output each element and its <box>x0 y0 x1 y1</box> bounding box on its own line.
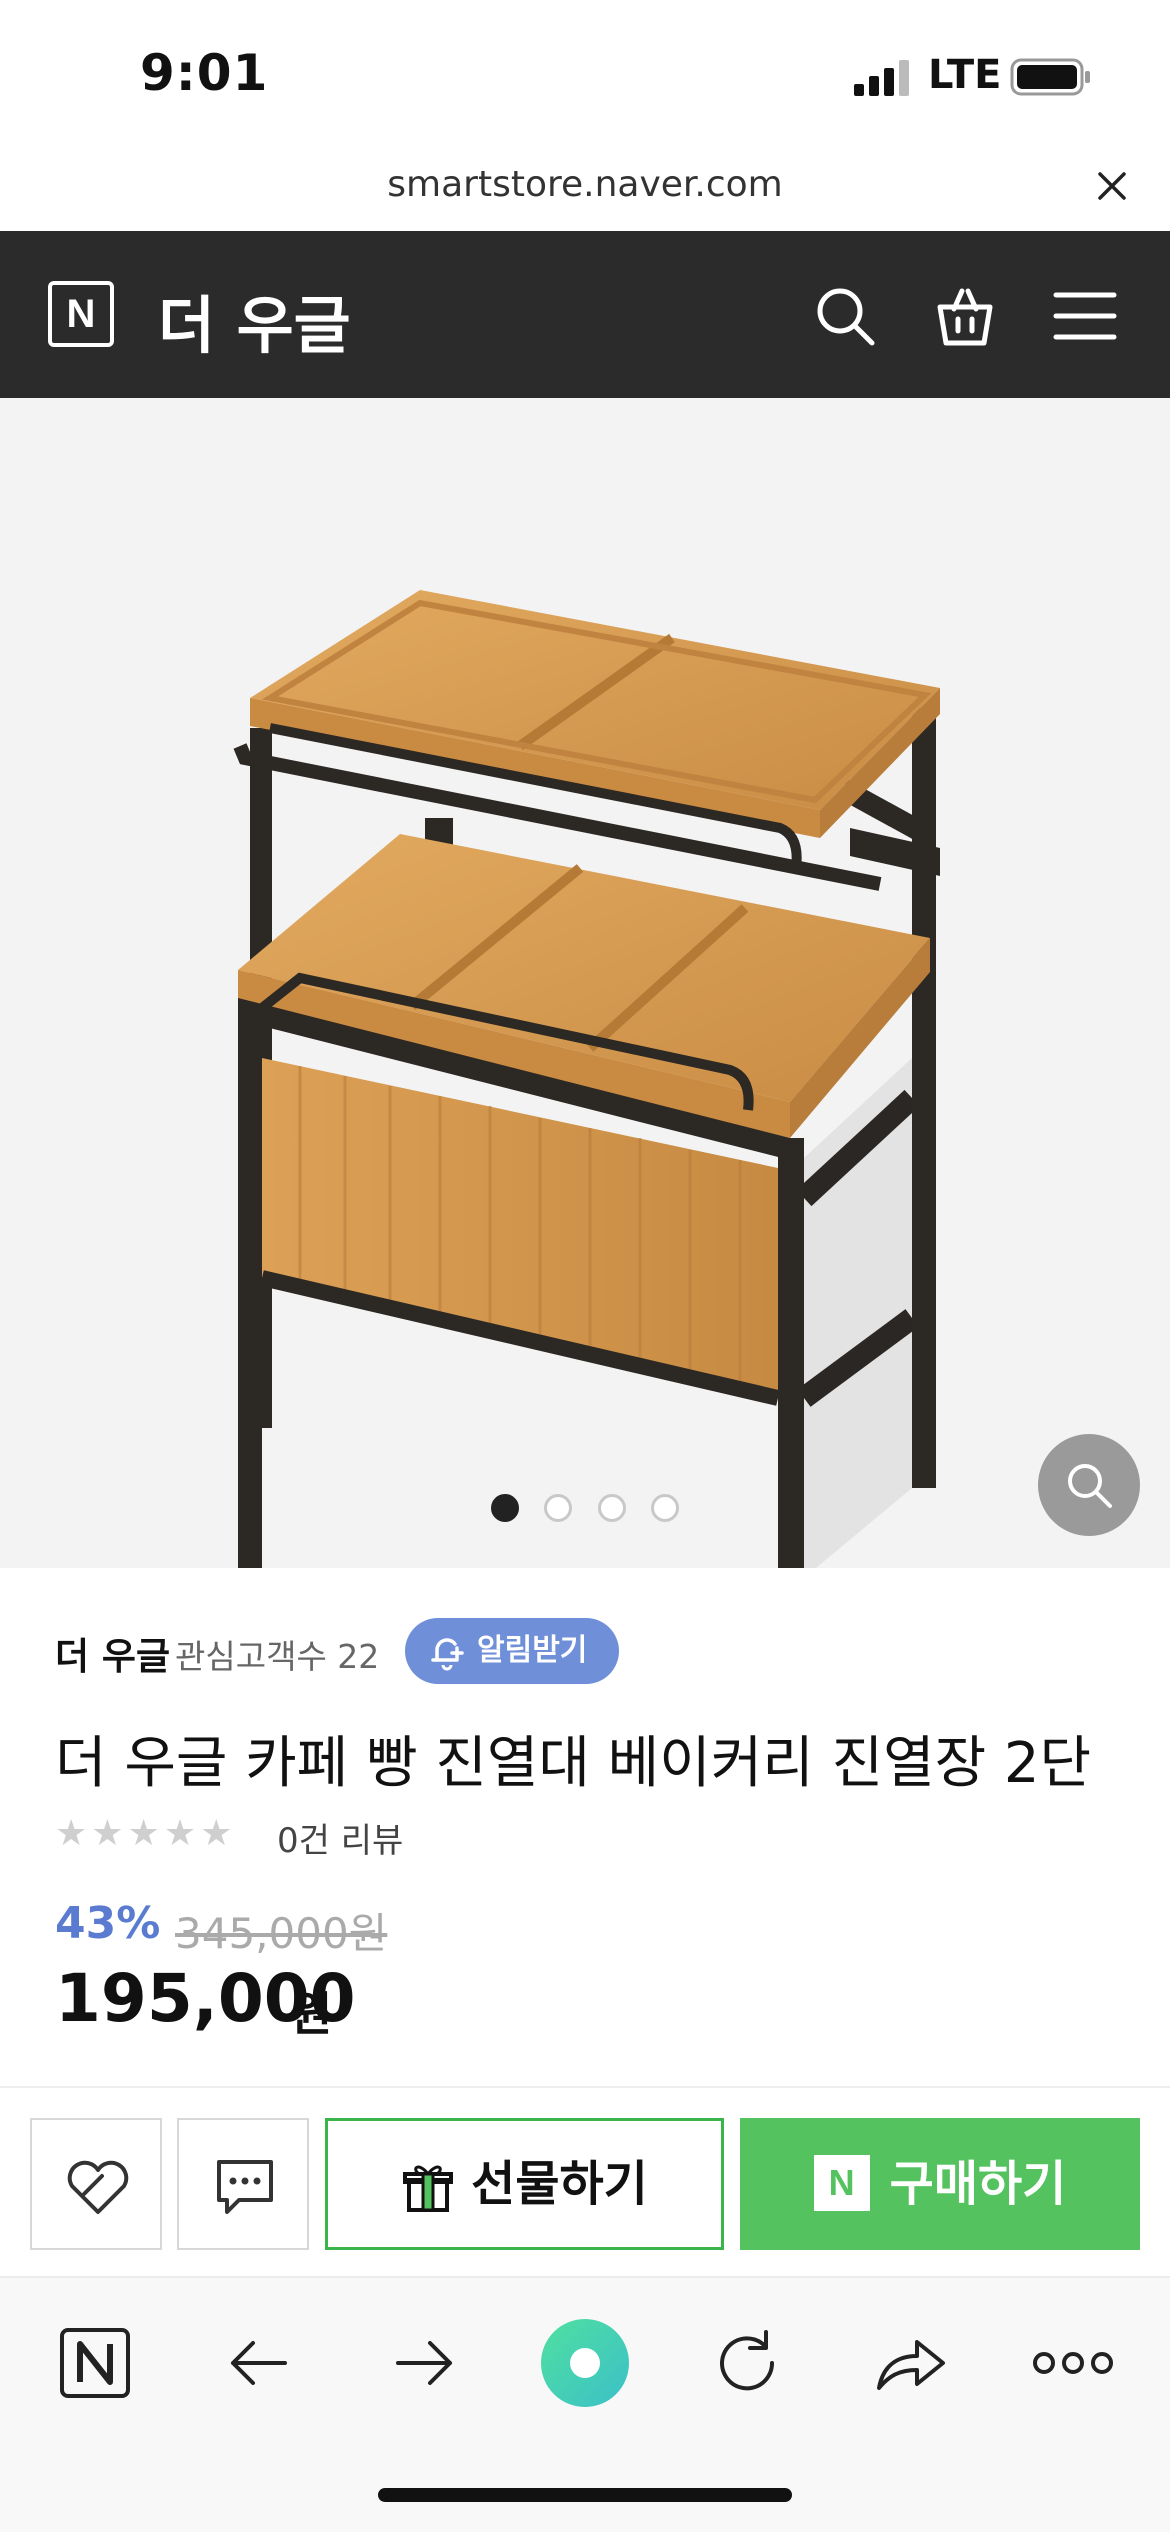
green-dot-icon <box>541 2319 629 2407</box>
status-time: 9:01 <box>140 44 269 102</box>
notify-button[interactable]: 알림받기 <box>405 1618 619 1684</box>
notify-label: 알림받기 <box>477 1633 588 1668</box>
gallery-pagination[interactable] <box>0 1494 1170 1524</box>
green-dot-button[interactable] <box>540 2318 630 2408</box>
gallery-dot-2[interactable] <box>544 1494 573 1522</box>
reload-icon <box>720 2330 775 2391</box>
naver-home-button[interactable] <box>50 2318 140 2408</box>
naver-logo[interactable]: N <box>48 281 114 347</box>
heart-icon <box>67 2160 129 2214</box>
product-gallery[interactable] <box>0 398 1170 1568</box>
back-icon <box>231 2341 287 2385</box>
url-bar[interactable]: smartstore.naver.com <box>0 150 1170 230</box>
cart-icon[interactable] <box>932 283 998 349</box>
close-icon[interactable] <box>1090 164 1134 208</box>
wishlist-button[interactable] <box>30 2118 162 2250</box>
store-header: N 더 우글 <box>0 231 1170 398</box>
search-icon[interactable] <box>812 283 878 349</box>
original-price: 345,000원 <box>175 1909 388 1958</box>
gift-button[interactable]: 선물하기 <box>325 2118 724 2250</box>
price-unit: 원 <box>290 1987 333 2041</box>
naver-pay-logo: N <box>813 2155 870 2211</box>
gift-label: 선물하기 <box>471 2156 648 2212</box>
review-count[interactable]: 0건 리뷰 <box>277 1813 403 1862</box>
menu-icon[interactable] <box>1052 283 1118 349</box>
product-image[interactable] <box>0 398 1170 1568</box>
network-label: LTE <box>928 52 1002 98</box>
gift-icon <box>403 2165 454 2212</box>
gallery-dot-3[interactable] <box>597 1494 626 1522</box>
forward-button[interactable] <box>378 2318 468 2408</box>
bell-plus-icon <box>431 1638 464 1671</box>
back-button[interactable] <box>215 2318 305 2408</box>
store-name[interactable]: 더 우글 <box>158 275 351 365</box>
buy-label: 구매하기 <box>889 2156 1067 2212</box>
signal-icon <box>854 60 909 96</box>
follower-count: 관심고객수 22 <box>175 1637 380 1676</box>
gallery-dot-4[interactable] <box>650 1494 679 1522</box>
seller-name[interactable]: 더 우글 <box>55 1626 170 1680</box>
share-icon <box>877 2340 945 2390</box>
talk-button[interactable] <box>177 2118 309 2250</box>
battery-icon <box>1010 58 1090 96</box>
chat-icon <box>217 2160 273 2214</box>
purchase-action-bar: 선물하기 N 구매하기 <box>0 2086 1170 2276</box>
gallery-dot-1[interactable] <box>491 1494 520 1522</box>
zoom-button[interactable] <box>1038 1434 1140 1536</box>
product-title: 더 우글 카페 빵 진열대 베이커리 진열장 2단 <box>55 1731 1092 1796</box>
share-button[interactable] <box>865 2318 955 2408</box>
more-icon <box>1033 2352 1113 2374</box>
star-rating: ★★★★★ <box>55 1813 237 1854</box>
home-indicator[interactable] <box>378 2488 792 2502</box>
naver-home-icon <box>60 2328 130 2398</box>
status-bar: 9:01 LTE <box>0 0 1170 150</box>
url-text[interactable]: smartstore.naver.com <box>0 164 1170 205</box>
forward-icon <box>396 2341 452 2385</box>
buy-button[interactable]: N 구매하기 <box>740 2118 1140 2250</box>
reload-button[interactable] <box>702 2318 792 2408</box>
zoom-icon <box>1068 1464 1112 1508</box>
discount-rate: 43% <box>55 1898 161 1949</box>
more-button[interactable] <box>1028 2318 1118 2408</box>
